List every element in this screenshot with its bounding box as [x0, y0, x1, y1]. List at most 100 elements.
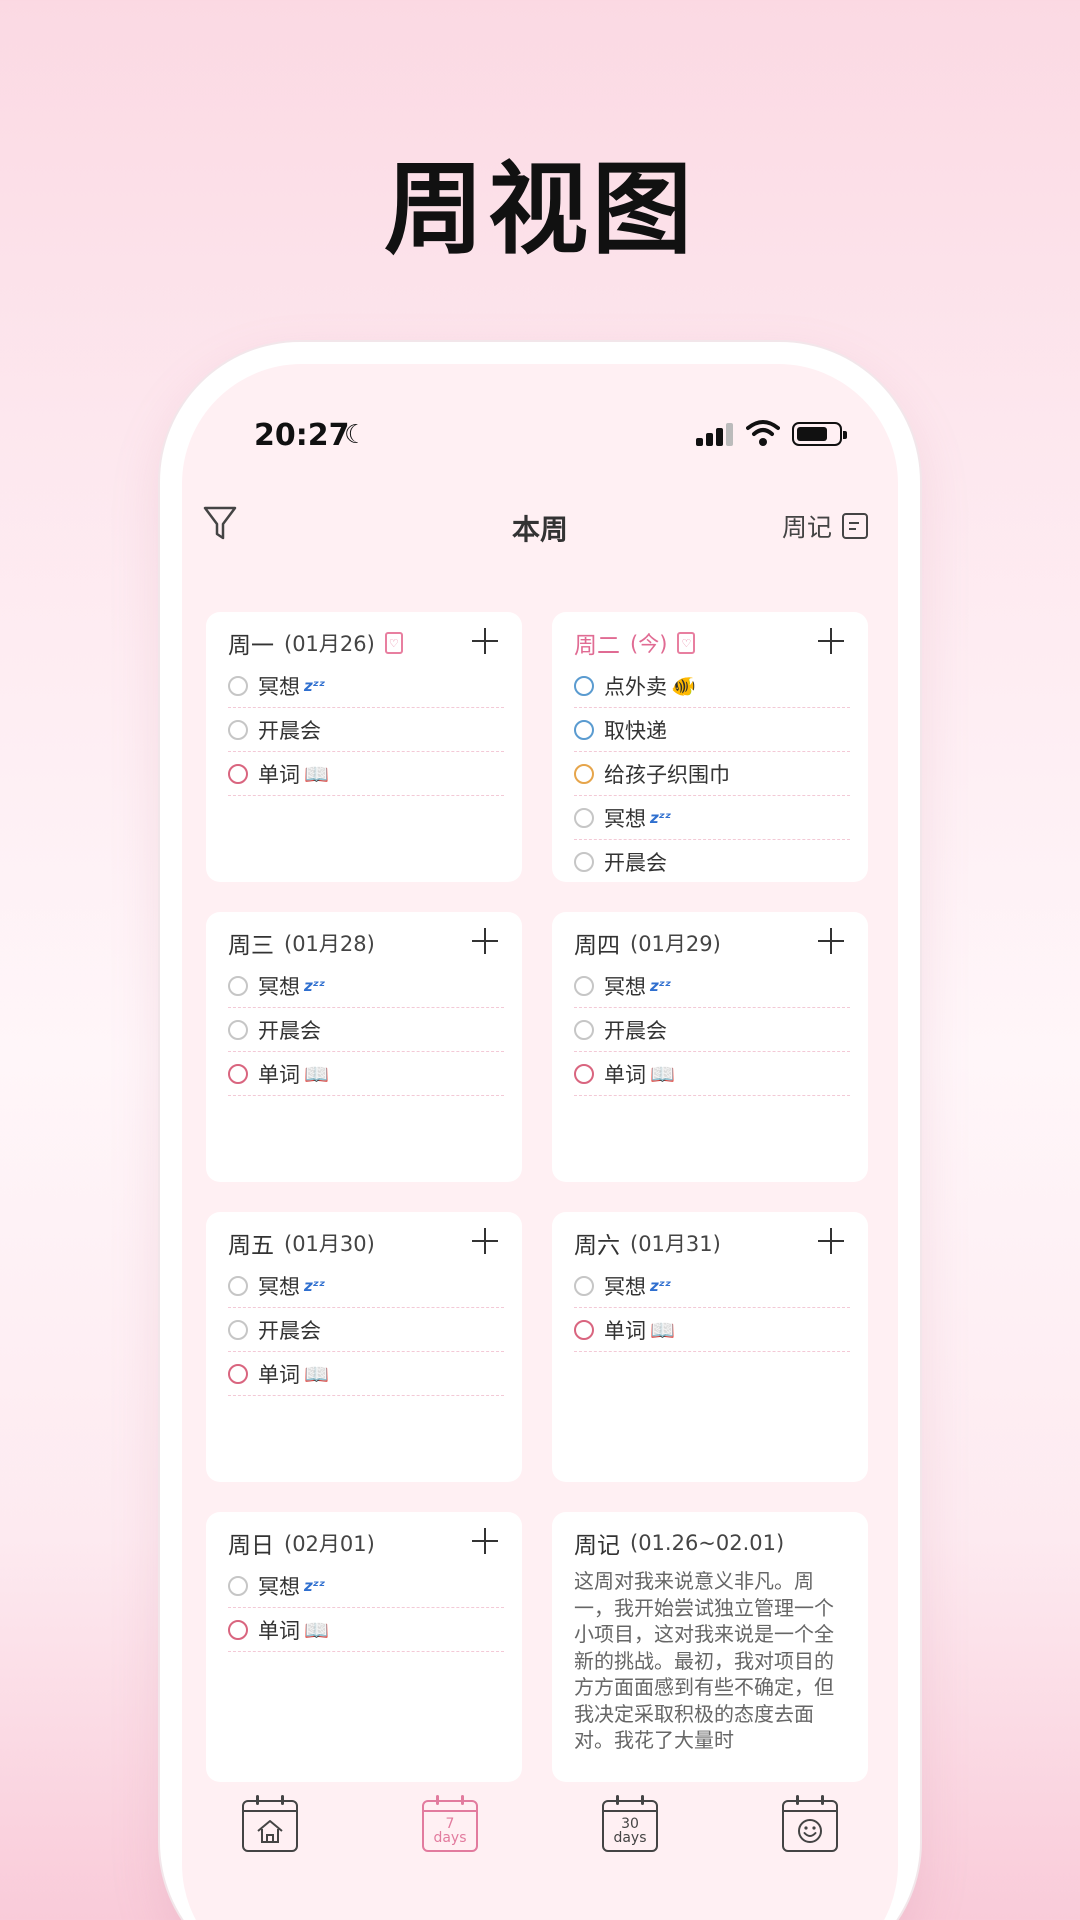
tab-month[interactable]: 30 days: [602, 1795, 658, 1852]
task-checkbox[interactable]: [228, 675, 248, 696]
task-item[interactable]: 单词 📖: [574, 1308, 850, 1352]
tab-week[interactable]: 7 days: [422, 1795, 478, 1852]
tab-mood[interactable]: [782, 1795, 838, 1852]
nav-header: 本周 周记: [182, 494, 898, 564]
day-date: (01月26): [284, 632, 375, 656]
phone-frame: 20:27 ☾ 本周 周记 周一 (01月26) ♡ 冥想 zᶻᶻ 开晨会 单词…: [160, 342, 920, 1920]
task-checkbox[interactable]: [574, 1063, 594, 1084]
task-checkbox[interactable]: [574, 1275, 594, 1296]
task-item[interactable]: 开晨会: [228, 708, 504, 752]
task-checkbox[interactable]: [574, 1319, 594, 1340]
task-label: 给孩子织围巾: [604, 762, 730, 787]
task-checkbox[interactable]: [228, 1063, 248, 1084]
sleep-zzz-icon: zᶻᶻ: [650, 808, 672, 827]
task-item[interactable]: 单词 📖: [228, 752, 504, 796]
task-list: 冥想 zᶻᶻ 单词 📖: [228, 1564, 504, 1652]
book-icon: 📖: [304, 1361, 329, 1386]
task-checkbox[interactable]: [574, 675, 594, 696]
task-list: 冥想 zᶻᶻ 单词 📖: [574, 1264, 850, 1352]
task-checkbox[interactable]: [574, 763, 594, 784]
task-item[interactable]: 开晨会: [228, 1008, 504, 1052]
task-checkbox[interactable]: [574, 719, 594, 740]
journal-text: 这周对我来说意义非凡。周一，我开始尝试独立管理一个小项目，这对我来说是一个全新的…: [574, 1569, 834, 1752]
day-card-sunday[interactable]: 周日 (02月01) 冥想 zᶻᶻ 单词 📖: [206, 1512, 522, 1782]
day-card-monday[interactable]: 周一 (01月26) ♡ 冥想 zᶻᶻ 开晨会 单词 📖: [206, 612, 522, 882]
task-checkbox[interactable]: [574, 807, 594, 828]
task-item[interactable]: 冥想 zᶻᶻ: [228, 1264, 504, 1308]
journal-title: 周记: [574, 1533, 620, 1559]
book-icon: 📖: [304, 1061, 329, 1086]
task-label: 冥想: [604, 806, 646, 831]
day-name: 周六: [574, 1233, 620, 1259]
task-item[interactable]: 冥想 zᶻᶻ: [574, 964, 850, 1008]
day-card-tuesday[interactable]: 周二 (今) ♡ 点外卖 🐠 取快递 给孩子织围巾 冥想 zᶻᶻ 开晨会: [552, 612, 868, 882]
task-item[interactable]: 冥想 zᶻᶻ: [574, 1264, 850, 1308]
task-item[interactable]: 单词 📖: [228, 1352, 504, 1396]
day-card-wednesday[interactable]: 周三 (01月28) 冥想 zᶻᶻ 开晨会 单词 📖: [206, 912, 522, 1182]
task-item[interactable]: 开晨会: [228, 1308, 504, 1352]
task-item[interactable]: 单词 📖: [228, 1052, 504, 1096]
tab-home[interactable]: [242, 1795, 298, 1852]
add-task-button[interactable]: [814, 924, 848, 958]
task-checkbox[interactable]: [228, 1275, 248, 1296]
day-card-saturday[interactable]: 周六 (01月31) 冥想 zᶻᶻ 单词 📖: [552, 1212, 868, 1482]
task-item[interactable]: 开晨会: [574, 840, 850, 882]
add-task-button[interactable]: [468, 924, 502, 958]
add-task-button[interactable]: [468, 1224, 502, 1258]
journal-button[interactable]: 周记: [782, 506, 868, 546]
task-checkbox[interactable]: [228, 1319, 248, 1340]
task-item[interactable]: 单词 📖: [574, 1052, 850, 1096]
task-checkbox[interactable]: [228, 975, 248, 996]
task-item[interactable]: 点外卖 🐠: [574, 664, 850, 708]
day-card-friday[interactable]: 周五 (01月30) 冥想 zᶻᶻ 开晨会 单词 📖: [206, 1212, 522, 1482]
battery-icon: [792, 422, 847, 446]
task-item[interactable]: 给孩子织围巾: [574, 752, 850, 796]
day-name: 周二: [574, 633, 620, 659]
add-task-button[interactable]: [814, 624, 848, 658]
weekly-journal-card[interactable]: 周记 (01.26~02.01) 这周对我来说意义非凡。周一，我开始尝试独立管理…: [552, 1512, 868, 1782]
sleep-zzz-icon: zᶻᶻ: [304, 676, 326, 695]
day-card-header: 周四 (01月29): [574, 926, 721, 960]
task-label: 冥想: [604, 974, 646, 999]
day-date: (01月28): [284, 932, 375, 956]
task-item[interactable]: 冥想 zᶻᶻ: [228, 664, 504, 708]
sleep-zzz-icon: zᶻᶻ: [304, 1576, 326, 1595]
journal-range: (01.26~02.01): [630, 1531, 785, 1555]
sleep-zzz-icon: zᶻᶻ: [304, 1276, 326, 1295]
task-item[interactable]: 冥想 zᶻᶻ: [574, 796, 850, 840]
task-label: 单词: [258, 1618, 300, 1643]
task-checkbox[interactable]: [228, 1575, 248, 1596]
task-checkbox[interactable]: [574, 1019, 594, 1040]
task-item[interactable]: 单词 📖: [228, 1608, 504, 1652]
task-checkbox[interactable]: [228, 719, 248, 740]
task-list: 冥想 zᶻᶻ 开晨会 单词 📖: [574, 964, 850, 1096]
task-checkbox[interactable]: [228, 1619, 248, 1640]
task-checkbox[interactable]: [574, 975, 594, 996]
heart-note-icon[interactable]: ♡: [677, 632, 696, 654]
task-checkbox[interactable]: [228, 763, 248, 784]
day-card-header: 周日 (02月01): [228, 1526, 375, 1560]
heart-note-icon[interactable]: ♡: [384, 632, 403, 654]
day-card-thursday[interactable]: 周四 (01月29) 冥想 zᶻᶻ 开晨会 单词 📖: [552, 912, 868, 1182]
sleep-zzz-icon: zᶻᶻ: [650, 976, 672, 995]
add-task-button[interactable]: [468, 624, 502, 658]
task-label: 单词: [258, 1362, 300, 1387]
task-label: 冥想: [258, 674, 300, 699]
task-item[interactable]: 取快递: [574, 708, 850, 752]
signal-icon: [696, 422, 736, 446]
task-checkbox[interactable]: [228, 1019, 248, 1040]
day-name: 周日: [228, 1533, 274, 1559]
task-item[interactable]: 开晨会: [574, 1008, 850, 1052]
add-task-button[interactable]: [814, 1224, 848, 1258]
day-date: (01月29): [630, 932, 721, 956]
home-icon: [257, 1820, 283, 1843]
book-icon: 📖: [304, 761, 329, 786]
task-checkbox[interactable]: [574, 852, 594, 872]
task-list: 冥想 zᶻᶻ 开晨会 单词 📖: [228, 664, 504, 796]
day-date: (02月01): [284, 1532, 375, 1556]
day-card-header: 周五 (01月30): [228, 1226, 375, 1260]
task-item[interactable]: 冥想 zᶻᶻ: [228, 1564, 504, 1608]
add-task-button[interactable]: [468, 1524, 502, 1558]
task-checkbox[interactable]: [228, 1363, 248, 1384]
task-item[interactable]: 冥想 zᶻᶻ: [228, 964, 504, 1008]
